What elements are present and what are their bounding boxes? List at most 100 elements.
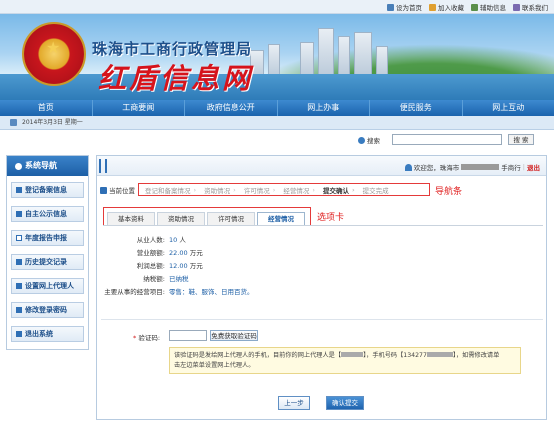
- company-suffix: 手商行: [501, 164, 521, 172]
- tab-permits[interactable]: 许可情况: [207, 212, 255, 225]
- search-input[interactable]: [392, 134, 502, 145]
- search-label-text: 搜索: [367, 137, 380, 145]
- step-label: 许可情况: [243, 186, 270, 195]
- employees-unit: 人: [179, 236, 186, 244]
- welcome-label: 欢迎您，珠海市: [413, 164, 460, 172]
- sidebar: 系统导航 登记备案信息 自主公示信息 年度报告申报 历史提交记录 设置网上代理人…: [6, 155, 89, 350]
- tab-strip: 基本资料 资助情况 许可情况 经营情况: [103, 207, 311, 226]
- welcome-text: 欢迎您，珠海市 手商行 | 退出: [404, 162, 540, 172]
- redacted-agent-name: [341, 352, 364, 357]
- step-funding[interactable]: 资助情况 ›: [201, 185, 239, 195]
- notice-text: 】，如需修改请单: [452, 352, 500, 359]
- nav-public-services[interactable]: 便民服务: [370, 100, 463, 116]
- sidebar-items: 登记备案信息 自主公示信息 年度报告申报 历史提交记录 设置网上代理人 修改登录…: [7, 176, 88, 356]
- sidebar-title: 系统导航: [7, 156, 88, 176]
- building: [354, 32, 372, 80]
- tax-label: 纳税额:: [143, 275, 165, 283]
- search-button[interactable]: 搜 索: [508, 134, 534, 145]
- top-links: 设为首页 加入收藏 辅助信息 联系我们: [387, 2, 548, 12]
- chevron-right-icon: ›: [272, 185, 276, 194]
- required-mark: *: [133, 334, 137, 342]
- square-bullet-icon: [16, 259, 22, 265]
- employees-number: 10: [169, 236, 178, 244]
- nav-home[interactable]: 首页: [0, 100, 93, 116]
- sidebar-item-self-disclosure[interactable]: 自主公示信息: [11, 206, 84, 222]
- site-slogan: 红盾信息网: [98, 62, 254, 95]
- sidebar-item-label: 自主公示信息: [25, 210, 67, 218]
- nav-gov-info[interactable]: 政府信息公开: [185, 100, 278, 116]
- nav-news[interactable]: 工商要闻: [93, 100, 185, 116]
- sidebar-item-history[interactable]: 历史提交记录: [11, 254, 84, 270]
- favorite-icon: [429, 3, 436, 11]
- step-operations[interactable]: 经营情况 ›: [280, 185, 318, 195]
- step-confirm[interactable]: 提交确认 ›: [320, 185, 358, 195]
- get-code-button[interactable]: 免费获取验证码: [210, 330, 258, 341]
- tab-funding[interactable]: 资助情况: [157, 212, 205, 225]
- employees-value: 10 人: [169, 234, 186, 244]
- step-permits[interactable]: 许可情况 ›: [241, 185, 279, 195]
- nav-bullet-icon: [15, 162, 22, 170]
- profit-label: 利润总额:: [136, 262, 165, 270]
- confirm-submit-button[interactable]: 确认提交: [326, 396, 364, 410]
- square-bullet-icon: [16, 235, 22, 241]
- tax-row: 纳税额: 已纳税: [97, 273, 537, 284]
- header-decoration: [99, 159, 107, 173]
- redacted-phone: [426, 352, 453, 357]
- annotation-tabs: 选项卡: [317, 213, 345, 223]
- step-label: 登记和备案情况: [145, 186, 191, 195]
- step-complete[interactable]: 提交完成: [360, 185, 392, 195]
- tax-value: 已纳税: [169, 275, 189, 283]
- notice-text: 】，手机号码【134277: [363, 352, 427, 359]
- redacted-company-name: [461, 164, 500, 170]
- chevron-right-icon: ›: [312, 185, 315, 194]
- step-label: 经营情况: [283, 186, 310, 195]
- square-bullet-icon: [16, 331, 22, 337]
- user-icon: [404, 163, 412, 171]
- main-nav: 首页 工商要闻 政府信息公开 网上办事 便民服务 网上互动: [0, 100, 554, 116]
- site-banner: ★ 珠海市工商行政管理局 红盾信息网: [0, 14, 554, 100]
- add-favorite-link[interactable]: 加入收藏: [429, 2, 464, 12]
- verify-code-input[interactable]: [169, 330, 207, 341]
- chevron-right-icon: ›: [351, 185, 355, 194]
- main-panel: 欢迎您，珠海市 手商行 | 退出 当前位置 登记和备案情况 › 资助情况 › 许可情…: [96, 155, 547, 420]
- profit-unit: 万元: [189, 262, 203, 270]
- breadcrumb: 当前位置: [100, 185, 135, 195]
- set-homepage-link[interactable]: 设为首页: [387, 2, 422, 12]
- tab-operations[interactable]: 经营情况: [257, 212, 305, 225]
- section-divider: [101, 319, 543, 320]
- bureau-name: 珠海市工商行政管理局: [92, 40, 253, 58]
- search-label: 搜索: [358, 135, 380, 145]
- verify-code-label: * 验证码:: [133, 332, 160, 342]
- main-header: 欢迎您，珠海市 手商行 | 退出: [97, 156, 546, 176]
- search-row: 搜索 搜 索: [0, 132, 554, 148]
- square-bullet-icon: [16, 307, 22, 313]
- sidebar-item-label: 年度报告申报: [25, 234, 67, 242]
- sidebar-item-logout[interactable]: 退出系统: [11, 326, 84, 342]
- nav-interaction[interactable]: 网上互动: [463, 100, 554, 116]
- search-icon: [358, 136, 365, 144]
- revenue-number: 22.00: [169, 249, 188, 257]
- add-favorite-label: 加入收藏: [438, 4, 464, 12]
- sidebar-item-set-agent[interactable]: 设置网上代理人: [11, 278, 84, 294]
- logout-link[interactable]: 退出: [527, 162, 540, 172]
- tab-basic-info[interactable]: 基本资料: [107, 212, 155, 225]
- sidebar-title-text: 系统导航: [25, 161, 57, 170]
- sidebar-item-change-password[interactable]: 修改登录密码: [11, 302, 84, 318]
- sidebar-item-registration-info[interactable]: 登记备案信息: [11, 182, 84, 198]
- top-utility-bar: 设为首页 加入收藏 辅助信息 联系我们: [0, 0, 554, 14]
- assist-info-link[interactable]: 辅助信息: [471, 2, 506, 12]
- contact-us-link[interactable]: 联系我们: [513, 2, 548, 12]
- assist-info-label: 辅助信息: [480, 4, 506, 12]
- business-label: 主要从事的经营项目:: [104, 288, 165, 296]
- home-icon: [387, 3, 394, 11]
- location-icon: [100, 186, 107, 194]
- annotation-nav-bar: 导航条: [435, 187, 463, 197]
- verification-section: * 验证码: 免费获取验证码 该验证码是发给网上代理人的手机，目前你的网上代理人…: [97, 330, 546, 382]
- notice-text: 该验证码是发给网上代理人的手机，目前你的网上代理人是【: [174, 352, 342, 359]
- previous-step-button[interactable]: 上一步: [278, 396, 310, 410]
- nav-online-services[interactable]: 网上办事: [278, 100, 370, 116]
- action-buttons: 上一步 确认提交: [97, 396, 546, 410]
- sidebar-item-annual-report[interactable]: 年度报告申报: [11, 230, 84, 246]
- business-value: 零售：鞋、服饰、日用百货。: [169, 288, 254, 296]
- step-registration[interactable]: 登记和备案情况 ›: [142, 185, 199, 195]
